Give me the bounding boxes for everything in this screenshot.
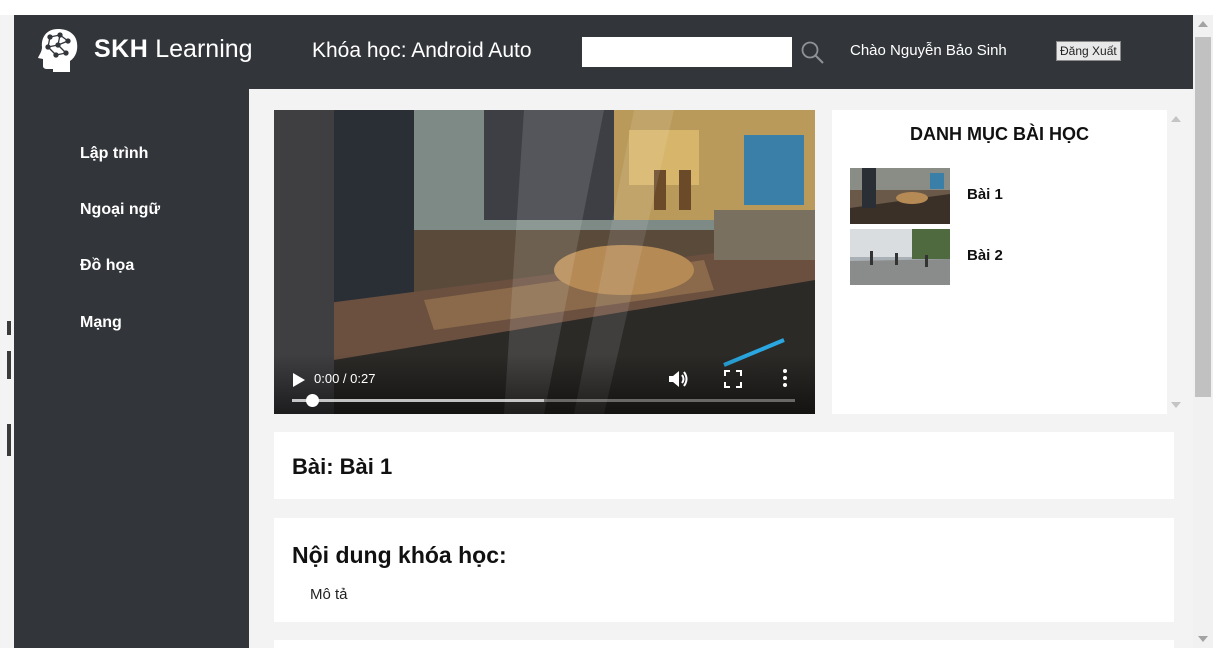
brand-bold: SKH <box>94 35 149 63</box>
browser-top-strip <box>0 0 1213 15</box>
course-content-title: Nội dung khóa học: <box>292 542 507 568</box>
lesson-1-label: Bài 1 <box>967 186 1003 203</box>
lesson-1-thumbnail <box>850 168 950 224</box>
video-progress-thumb[interactable] <box>306 394 320 407</box>
logout-button[interactable]: Đăng Xuất <box>1056 41 1121 61</box>
lesson-list-scrollbar[interactable] <box>1167 110 1185 414</box>
sidebar-item-lap-trinh[interactable]: Lập trình <box>80 145 148 163</box>
sidebar-item-do-hoa[interactable]: Đồ họa <box>80 257 134 275</box>
lesson-header-panel: Bài: Bài 1 <box>274 432 1174 499</box>
lesson-2-thumbnail <box>850 229 950 285</box>
edge-mark <box>7 351 11 379</box>
course-title: Khóa học: Android Auto <box>312 39 532 62</box>
app-window: SKH Learning Khóa học: Android Auto Chào… <box>0 0 1213 648</box>
video-controls: 0:00 / 0:27 <box>274 354 815 414</box>
video-player[interactable]: 0:00 / 0:27 <box>274 110 815 414</box>
page-scroll-thumb[interactable] <box>1195 37 1211 397</box>
scroll-up-icon[interactable] <box>1171 116 1181 122</box>
sidebar: Lập trình Ngoại ngữ Đồ họa Mạng <box>14 89 249 648</box>
course-content-panel: Nội dung khóa học: Mô tả <box>274 518 1174 622</box>
edge-mark <box>7 424 11 456</box>
lesson-list-title: DANH MỤC BÀI HỌC <box>910 124 1089 144</box>
brand-light: Learning <box>155 35 253 63</box>
search-input[interactable] <box>582 37 792 67</box>
play-icon[interactable] <box>292 372 306 388</box>
brain-head-logo-icon <box>38 29 78 72</box>
video-buffered <box>292 399 544 402</box>
page-scrollbar[interactable] <box>1193 15 1213 648</box>
user-greeting: Chào Nguyễn Bảo Sinh <box>850 42 1007 59</box>
sidebar-item-mang[interactable]: Mạng <box>80 314 122 332</box>
video-time: 0:00 / 0:27 <box>314 371 376 386</box>
page-scroll-down-icon[interactable] <box>1198 636 1208 642</box>
lesson-item-1[interactable]: Bài 1 <box>850 168 1150 226</box>
left-edge <box>0 89 14 648</box>
top-navbar: SKH Learning Khóa học: Android Auto Chào… <box>14 15 1193 89</box>
course-description: Mô tả <box>310 586 348 603</box>
lesson-header-title: Bài: Bài 1 <box>292 454 393 479</box>
lesson-2-label: Bài 2 <box>967 247 1003 264</box>
lesson-item-2[interactable]: Bài 2 <box>850 229 1150 287</box>
sidebar-item-ngoai-ngu[interactable]: Ngoại ngữ <box>80 201 160 219</box>
main-content: 0:00 / 0:27 DANH MỤC BÀI HỌC Bài 1 Bài 2… <box>249 89 1193 648</box>
volume-icon[interactable] <box>668 369 690 389</box>
edge-mark <box>7 321 11 335</box>
scroll-down-icon[interactable] <box>1171 402 1181 408</box>
fullscreen-icon[interactable] <box>724 370 742 388</box>
lesson-list-panel: DANH MỤC BÀI HỌC Bài 1 Bài 2 <box>832 110 1167 414</box>
page-scroll-up-icon[interactable] <box>1198 21 1208 27</box>
search-icon[interactable] <box>799 39 827 67</box>
brand-name[interactable]: SKH Learning <box>94 35 253 64</box>
next-panel <box>274 640 1174 648</box>
more-options-icon[interactable] <box>782 368 788 388</box>
video-progress-bar[interactable] <box>292 394 795 407</box>
